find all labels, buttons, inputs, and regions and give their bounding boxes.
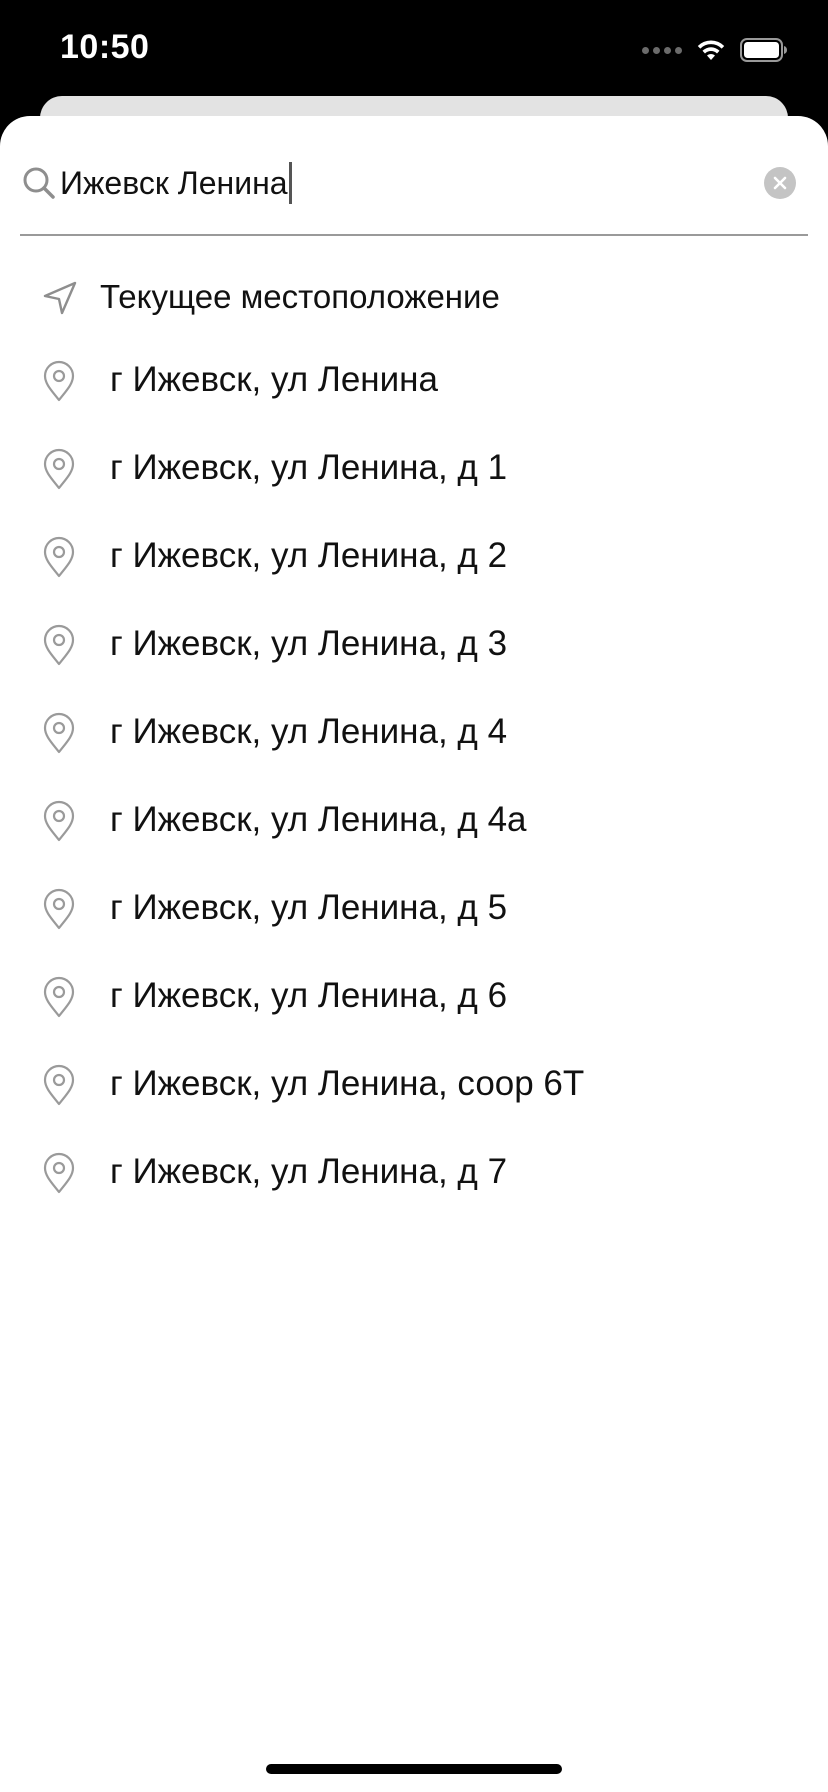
results-list: г Ижевск, ул Ленина г Ижевск, ул Ленина,… <box>0 346 828 1226</box>
address-result-label: г Ижевск, ул Ленина, д 3 <box>110 624 508 663</box>
address-result-item[interactable]: г Ижевск, ул Ленина, д 2 <box>0 522 828 610</box>
address-result-label: г Ижевск, ул Ленина, д 1 <box>110 448 508 487</box>
battery-icon <box>740 38 787 62</box>
address-result-item[interactable]: г Ижевск, ул Ленина, д 4а <box>0 786 828 874</box>
status-icons <box>642 36 788 64</box>
map-pin-icon <box>43 448 75 490</box>
address-result-item[interactable]: г Ижевск, ул Ленина, д 7 <box>0 1138 828 1226</box>
map-pin-icon <box>43 800 75 842</box>
address-result-item[interactable]: г Ижевск, ул Ленина, д 1 <box>0 434 828 522</box>
address-result-label: г Ижевск, ул Ленина, д 5 <box>110 888 508 927</box>
search-sheet: Ижевск Ленина Текущее местоположение г И… <box>0 116 828 1792</box>
address-result-label: г Ижевск, ул Ленина, д 7 <box>110 1152 508 1191</box>
search-divider <box>20 234 808 236</box>
address-result-label: г Ижевск, ул Ленина, д 4 <box>110 712 508 751</box>
current-location-label: Текущее местоположение <box>100 278 500 315</box>
status-time: 10:50 <box>60 28 150 66</box>
address-result-item[interactable]: г Ижевск, ул Ленина, д 3 <box>0 610 828 698</box>
address-result-item[interactable]: г Ижевск, ул Ленина, д 4 <box>0 698 828 786</box>
search-input[interactable]: Ижевск Ленина <box>60 160 292 206</box>
map-pin-icon <box>43 536 75 578</box>
map-pin-icon <box>43 624 75 666</box>
address-result-label: г Ижевск, ул Ленина, соор 6Т <box>110 1064 585 1103</box>
home-indicator[interactable] <box>266 1764 562 1774</box>
map-pin-icon <box>43 1064 75 1106</box>
current-location-row[interactable]: Текущее местоположение <box>0 266 828 330</box>
cellular-signal-icon <box>642 46 682 54</box>
search-input-value: Ижевск Ленина <box>60 165 288 201</box>
address-result-label: г Ижевск, ул Ленина, д 6 <box>110 976 508 1015</box>
address-result-item[interactable]: г Ижевск, ул Ленина, д 6 <box>0 962 828 1050</box>
status-bar: 10:50 <box>0 0 828 96</box>
map-pin-icon <box>43 976 75 1018</box>
clear-search-button[interactable] <box>764 167 796 199</box>
search-bar[interactable]: Ижевск Ленина <box>20 150 808 216</box>
location-arrow-icon <box>43 281 77 315</box>
wifi-icon <box>697 40 725 60</box>
search-icon <box>23 167 55 199</box>
address-result-label: г Ижевск, ул Ленина <box>110 360 438 399</box>
map-pin-icon <box>43 1152 75 1194</box>
clear-icon <box>773 176 787 190</box>
text-cursor <box>288 162 292 204</box>
map-pin-icon <box>43 712 75 754</box>
address-result-item[interactable]: г Ижевск, ул Ленина <box>0 346 828 434</box>
address-result-item[interactable]: г Ижевск, ул Ленина, д 5 <box>0 874 828 962</box>
address-result-label: г Ижевск, ул Ленина, д 4а <box>110 800 527 839</box>
screen: 10:50 Ижевск Ленина Текущее местоположен… <box>0 0 828 1792</box>
address-result-label: г Ижевск, ул Ленина, д 2 <box>110 536 508 575</box>
map-pin-icon <box>43 360 75 402</box>
map-pin-icon <box>43 888 75 930</box>
address-result-item[interactable]: г Ижевск, ул Ленина, соор 6Т <box>0 1050 828 1138</box>
